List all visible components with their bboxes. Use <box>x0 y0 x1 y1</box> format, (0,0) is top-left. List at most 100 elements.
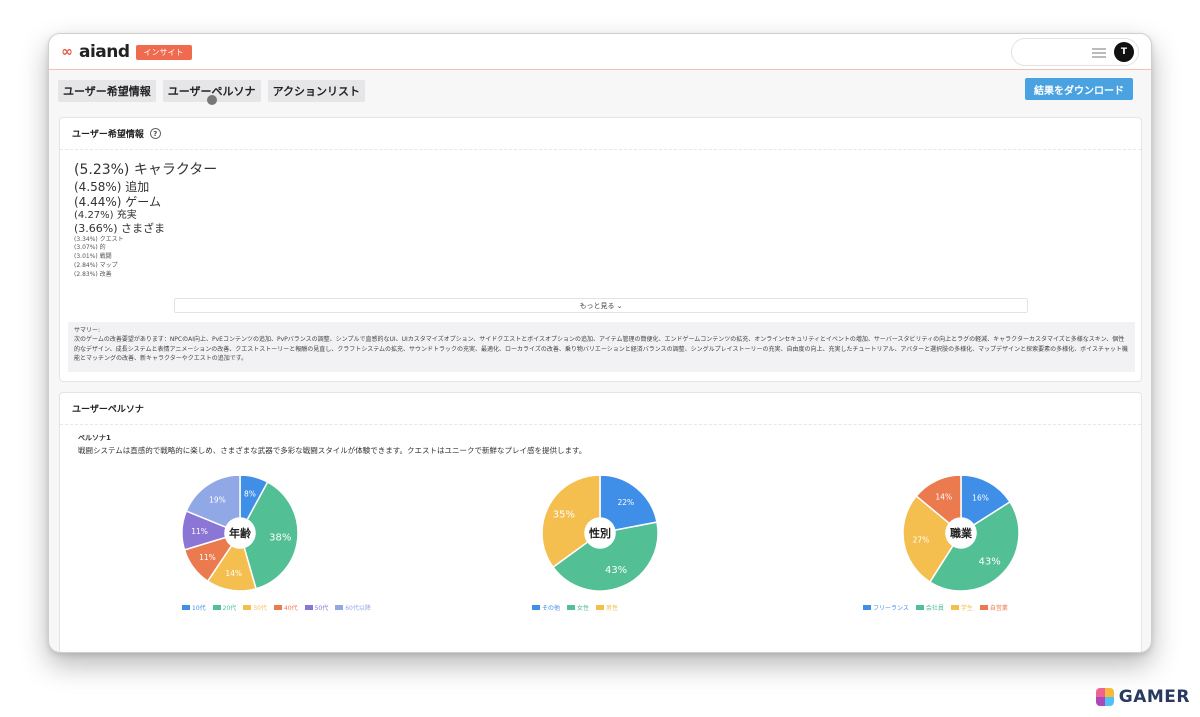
avatar[interactable]: T <box>1114 42 1134 62</box>
pie-svg: 16% 43% 27% 14% <box>903 476 1020 592</box>
keyword-list: (5.23%) キャラクター (4.58%) 追加 (4.44%) ゲーム (4… <box>74 162 217 279</box>
pie-data-label: 14% <box>935 492 952 501</box>
pie-data-label: 35% <box>553 510 575 521</box>
pie-data-label: 11% <box>199 553 216 562</box>
pie-legend: 10代 20代 30代 40代 50代 60代以降 <box>182 603 371 612</box>
gamer-logo-text: GAMER <box>1118 687 1190 707</box>
pie-center-title: 性別 <box>589 527 611 540</box>
legend-item[interactable]: 60代以降 <box>335 603 371 612</box>
legend-item[interactable]: 学生 <box>950 603 973 612</box>
legend-swatch <box>567 605 576 610</box>
keyword-item: (4.44%) ゲーム <box>74 194 161 209</box>
legend-swatch <box>243 605 252 610</box>
legend-swatch <box>950 605 959 610</box>
legend-item[interactable]: 自営業 <box>979 603 1008 612</box>
insight-badge: インサイト <box>135 44 192 60</box>
legend-label: 女性 <box>577 605 590 612</box>
pie-data-label: 16% <box>972 494 989 503</box>
pie-svg: 8% 38% 14% 11% 11% 19% <box>182 476 299 592</box>
legend-label: 20代 <box>222 605 237 612</box>
pie-center-title: 職業 <box>950 527 972 540</box>
summary-text: 次のゲームの改善要望があります：NPCのAI向上、PvEコンテンツの追加、PvP… <box>74 336 1128 362</box>
show-more-button[interactable]: もっと見る ⌄ <box>174 298 1028 313</box>
legend-label: 学生 <box>960 605 973 612</box>
user-wishes-panel: ユーザー希望情報 ? (5.23%) キャラクター (4.58%) 追加 (4.… <box>59 117 1142 382</box>
legend-item[interactable]: 30代 <box>243 603 267 612</box>
user-menu[interactable]: T <box>1011 38 1139 66</box>
legend-label: 男性 <box>606 605 619 612</box>
user-persona-title: ユーザーペルソナ <box>72 405 144 415</box>
legend-item[interactable]: 男性 <box>596 603 618 612</box>
top-bar: ∞ aiand インサイト T <box>49 34 1151 70</box>
user-wishes-header: ユーザー希望情報 ? <box>60 118 1141 150</box>
tab-action-list[interactable]: アクションリスト <box>267 80 366 102</box>
pie-data-label: 43% <box>979 557 1001 568</box>
pie-center-title: 年齢 <box>229 527 251 540</box>
user-wishes-title: ユーザー希望情報 <box>72 130 144 140</box>
legend-label: 40代 <box>283 605 298 612</box>
legend-swatch <box>596 605 605 610</box>
legend-label: 50代 <box>314 605 329 612</box>
legend-item[interactable]: 50代 <box>304 603 329 612</box>
gamer-logo-icon <box>1095 688 1114 706</box>
persona-description: 戦闘システムは直感的で戦略的に楽しめ、さまざまな武器で多彩な戦闘スタイルが体験で… <box>78 446 587 455</box>
user-persona-panel: ユーザーペルソナ ペルソナ1 戦闘システムは直感的で戦略的に楽しめ、さまざまな武… <box>59 392 1142 652</box>
legend-swatch <box>212 605 221 610</box>
legend-label: 自営業 <box>989 605 1008 612</box>
pie-data-label: 22% <box>617 498 634 507</box>
help-icon[interactable]: ? <box>149 128 161 139</box>
user-persona-header: ユーザーペルソナ <box>60 393 1141 425</box>
pie-data-label: 11% <box>191 527 208 536</box>
logo-text: aiand <box>79 42 130 62</box>
legend-item[interactable]: その他 <box>532 603 560 612</box>
gamer-watermark: GAMER <box>1095 687 1190 707</box>
logo[interactable]: ∞ aiand インサイト <box>57 42 192 62</box>
pie-data-label: 38% <box>269 532 291 543</box>
gender-pie-chart: 22% 43% 35% 性別その他 女性 男性 <box>532 476 732 626</box>
tab-bar: ユーザー希望情報 ユーザーペルソナ アクションリスト <box>58 80 366 105</box>
age-pie-chart: 8% 38% 14% 11% 11% 19% 年齢 10代 20代 30代 40代 50代 60代以降 <box>182 476 372 626</box>
keyword-item: (2.84%) マップ <box>74 261 118 269</box>
tab-user-persona[interactable]: ユーザーペルソナ <box>162 80 261 105</box>
pie-data-label: 14% <box>225 569 242 578</box>
pie-svg: 22% 43% 35% <box>542 476 659 592</box>
keyword-item: (2.83%) 改善 <box>74 270 112 278</box>
occupation-pie-chart: 16% 43% 27% 14% 職業 フリーランス 会社員 学生 自営業 <box>863 476 1093 626</box>
persona-name: ペルソナ1 <box>78 434 111 442</box>
legend-swatch <box>979 605 988 610</box>
legend-swatch <box>915 605 924 610</box>
legend-swatch <box>304 605 313 610</box>
legend-item[interactable]: 20代 <box>212 603 237 612</box>
pie-data-label: 19% <box>209 495 226 504</box>
legend-item[interactable]: 女性 <box>567 603 589 612</box>
download-results-button[interactable]: 結果をダウンロード <box>1025 78 1133 100</box>
keyword-item: (4.58%) 追加 <box>74 179 150 194</box>
pie-data-label: 43% <box>605 565 627 576</box>
pie-legend: フリーランス 会社員 学生 自営業 <box>863 603 1008 612</box>
keyword-item: (3.01%) 戦闘 <box>74 253 112 261</box>
legend-swatch <box>532 605 540 610</box>
legend-item[interactable]: 40代 <box>273 603 298 612</box>
mouse-cursor-icon <box>206 95 217 105</box>
keyword-item: (3.66%) さまざま <box>74 222 166 235</box>
summary-box: サマリー: 次のゲームの改善要望があります：NPCのAI向上、PvEコンテンツの… <box>68 322 1135 372</box>
legend-item[interactable]: 10代 <box>182 603 206 612</box>
infinity-logo-icon: ∞ <box>61 44 73 60</box>
legend-label: 30代 <box>253 605 267 612</box>
legend-label: 60代以降 <box>345 605 371 612</box>
legend-label: 10代 <box>192 605 206 612</box>
tab-user-wishes[interactable]: ユーザー希望情報 <box>58 80 156 102</box>
app-window: ∞ aiand インサイト T ユーザー希望情報 ユーザーペルソナ アクションリ… <box>48 33 1152 653</box>
legend-label: フリーランス <box>873 605 909 612</box>
keyword-item: (3.07%) 的 <box>74 244 106 252</box>
legend-swatch <box>273 605 282 610</box>
keyword-item: (4.27%) 充実 <box>74 209 137 221</box>
legend-item[interactable]: 会社員 <box>915 603 944 612</box>
legend-label: 会社員 <box>925 605 944 612</box>
legend-item[interactable]: フリーランス <box>863 603 909 612</box>
keyword-item: (5.23%) キャラクター <box>74 162 218 178</box>
hamburger-menu-icon[interactable] <box>1092 48 1106 58</box>
legend-label: その他 <box>542 605 561 612</box>
summary-label: サマリー: <box>74 327 101 334</box>
legend-swatch <box>182 605 190 610</box>
